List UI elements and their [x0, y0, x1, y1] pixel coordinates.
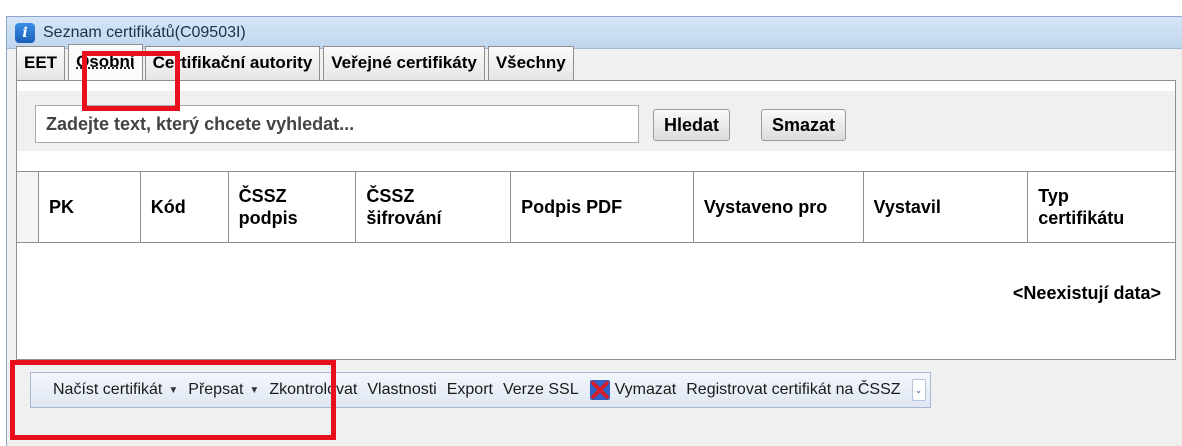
grid-header: PK Kód ČSSZ podpis ČSSZ šifrování Podpis P…	[17, 171, 1175, 243]
column-header-certificate-type[interactable]: Typ certifikátu	[1028, 172, 1175, 242]
ssl-version-button[interactable]: Verze SSL	[498, 373, 584, 407]
column-header-issued-by[interactable]: Vystavil	[864, 172, 1029, 242]
search-button[interactable]: Hledat	[653, 109, 731, 141]
overwrite-button[interactable]: Přepsat ▼	[183, 373, 264, 407]
column-header-pk[interactable]: PK	[39, 172, 141, 242]
column-header-pdf-signature[interactable]: Podpis PDF	[511, 172, 694, 242]
chevron-down-icon: ▼	[249, 384, 260, 396]
empty-grid-message: <Neexistují data>	[1012, 283, 1161, 303]
register-certificate-cssz-button[interactable]: Registrovat certifikát na ČSSZ	[681, 373, 905, 407]
chevron-down-icon: ▼	[168, 384, 179, 396]
column-header-issued-to[interactable]: Vystaveno pro	[694, 172, 864, 242]
search-bar: Hledat Smazat	[17, 91, 1175, 151]
export-button[interactable]: Export	[442, 373, 498, 407]
column-header-cssz-encryption[interactable]: ČSSZ šifrování	[356, 172, 512, 242]
tab-panel: Hledat Smazat PK Kód ČSSZpodpis ČSSZšifr…	[16, 80, 1176, 360]
tab-personal[interactable]: Osobní	[68, 44, 143, 80]
toolbar-area: Načíst certifikát ▼ Přepsat ▼ Zkontrolov…	[16, 360, 1176, 430]
clear-button[interactable]: Smazat	[761, 109, 847, 141]
tab-public-certificates[interactable]: Veřejné certifikáty	[323, 46, 485, 80]
tab-all[interactable]: Všechny	[487, 46, 574, 80]
certificate-grid: PK Kód ČSSZ podpis ČSSZ šifrování Podpis P…	[17, 171, 1175, 359]
properties-button[interactable]: Vlastnosti	[362, 373, 441, 407]
delete-x-icon	[589, 379, 611, 401]
row-selector-header[interactable]	[17, 172, 39, 242]
tab-eet[interactable]: EET	[16, 46, 66, 80]
load-certificate-button[interactable]: Načíst certifikát ▼	[31, 373, 183, 407]
delete-button[interactable]: Vymazat	[584, 373, 682, 407]
search-input[interactable]	[35, 105, 639, 143]
column-header-code[interactable]: Kód	[141, 172, 229, 242]
info-icon: i	[15, 22, 35, 43]
check-button[interactable]: Zkontrolovat	[264, 373, 362, 407]
window-title: Seznam certifikátů(C09503I)	[43, 23, 246, 41]
toolbar-overflow-chevron-icon[interactable]: ⌄	[911, 379, 926, 401]
tab-certificate-authorities[interactable]: Certifikační autority	[144, 46, 321, 80]
action-toolbar: Načíst certifikát ▼ Přepsat ▼ Zkontrolov…	[30, 372, 931, 408]
tab-strip: EET Osobní Certifikační autority Veřejné…	[16, 44, 577, 80]
column-header-cssz-signature[interactable]: ČSSZ podpis	[229, 172, 357, 242]
